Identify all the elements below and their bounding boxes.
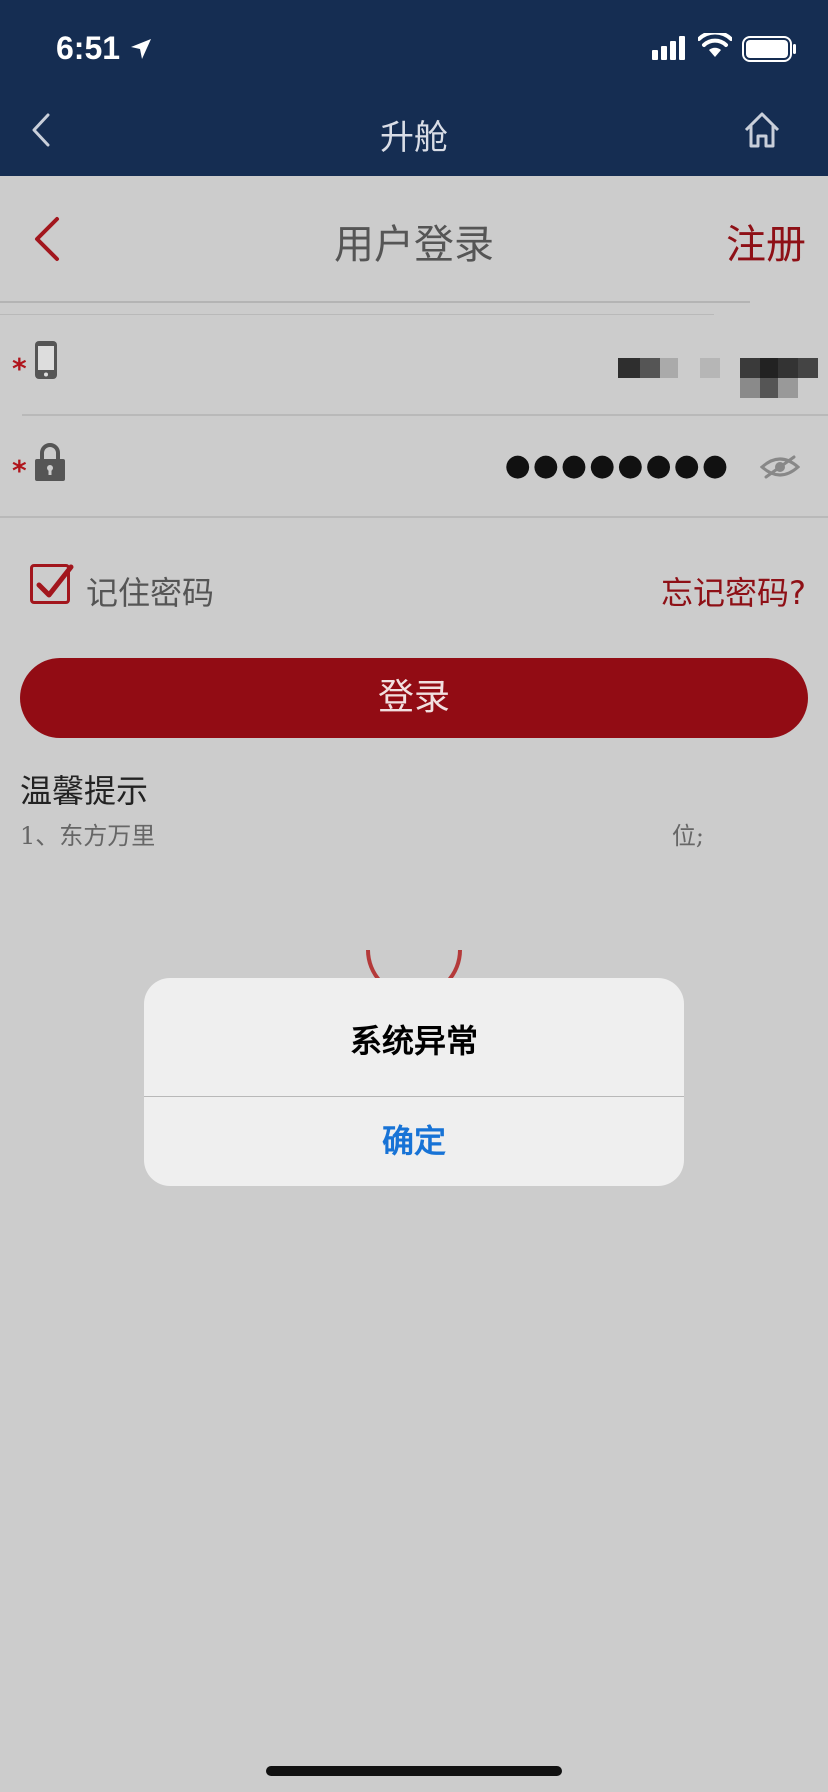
register-link[interactable]: 注册 <box>726 212 806 270</box>
password-field[interactable]: * ●●●●●●●● <box>0 418 828 518</box>
lock-icon <box>35 443 65 481</box>
divider <box>0 314 714 315</box>
home-indicator[interactable] <box>266 1766 562 1776</box>
tips-line-end: 位; <box>671 822 704 850</box>
tips-line-start: 1、东方万里 <box>20 822 156 850</box>
cellular-signal-icon <box>652 36 685 60</box>
battery-icon <box>742 36 796 62</box>
password-value: ●●●●●●●● <box>504 448 730 483</box>
login-page: 用户登录 注册 * * ●●●●●●●● 记住密码 忘记密码? 登录 温馨提示 … <box>0 176 828 1792</box>
divider <box>0 516 828 518</box>
checkmark-icon <box>36 564 74 598</box>
tips-line: 1、东方万里 位; <box>20 816 800 851</box>
location-arrow-icon <box>131 39 151 59</box>
remember-password-checkbox[interactable] <box>30 564 74 604</box>
required-mark: * <box>12 352 27 385</box>
alert-dialog: 系统异常 确定 <box>144 978 684 1186</box>
remember-password-label[interactable]: 记住密码 <box>86 568 214 614</box>
alert-title: 系统异常 <box>349 1022 478 1060</box>
required-mark: * <box>12 454 27 487</box>
navigation-bar: 6:51 升舱 <box>0 0 828 176</box>
divider <box>22 414 828 416</box>
nav-title: 升舱 <box>380 118 448 158</box>
login-button[interactable]: 登录 <box>20 658 808 738</box>
eye-slash-icon[interactable] <box>760 453 800 481</box>
home-icon[interactable] <box>742 110 782 150</box>
phone-field[interactable]: * <box>0 316 828 416</box>
phone-number-value-masked <box>618 358 818 403</box>
page-title: 用户登录 <box>334 222 494 268</box>
phone-icon <box>35 341 57 379</box>
status-time: 6:51 <box>56 30 121 66</box>
tips-title: 温馨提示 <box>20 772 149 810</box>
forgot-password-link[interactable]: 忘记密码? <box>661 568 806 614</box>
alert-confirm-button[interactable]: 确定 <box>144 1097 684 1186</box>
wifi-icon <box>698 33 732 57</box>
divider <box>0 301 750 303</box>
